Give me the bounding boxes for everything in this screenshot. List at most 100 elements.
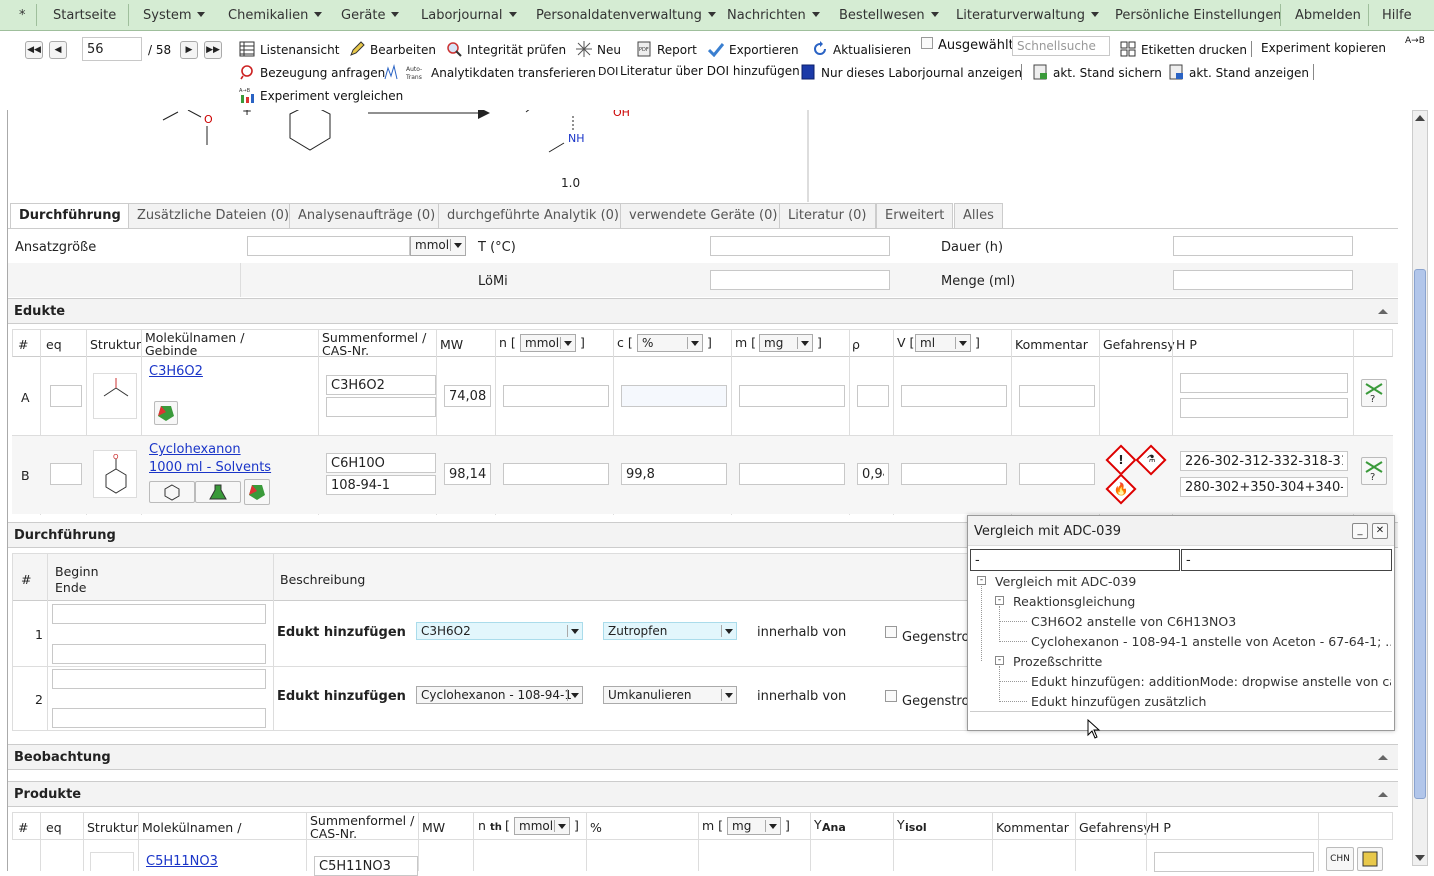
scroll-down-icon[interactable] <box>1415 855 1425 861</box>
edit-button[interactable]: Bearbeiten <box>349 41 436 57</box>
refresh-button[interactable]: Aktualisieren <box>812 41 911 57</box>
structure-button-b[interactable] <box>149 481 195 503</box>
list-view-button[interactable]: Listenansicht <box>239 41 339 57</box>
menu-nachrichten[interactable]: Nachrichten <box>727 8 820 23</box>
tree-leaf[interactable]: Cyclohexanon - 108-94-1 anstelle von Ace… <box>1031 634 1391 649</box>
scroll-thumb[interactable] <box>1414 269 1426 799</box>
menu-persoenliche-einstellungen[interactable]: Persönliche Einstellungen <box>1115 8 1282 23</box>
molecule-link-a[interactable]: C3H6O2 <box>149 364 203 379</box>
prod-n-unit-select[interactable]: mmol <box>514 817 570 835</box>
menu-bestellwesen[interactable]: Bestellwesen <box>839 8 939 23</box>
menu-system[interactable]: System <box>143 8 206 23</box>
step2-substance-select[interactable]: Cyclohexanon - 108-94-1 <box>416 686 583 704</box>
tab-durchgefuehrte-analytik[interactable]: durchgeführte Analytik (0) <box>438 203 629 228</box>
last-page-button[interactable]: ▶▶ <box>204 41 222 59</box>
step1-substance-select[interactable]: C3H6O2 <box>416 622 583 640</box>
v-unit-select[interactable]: ml <box>915 334 971 352</box>
export-button[interactable]: Exportieren <box>708 41 799 57</box>
transfer-analytics-button[interactable]: Auto- Trans Analytikdaten transferieren <box>384 64 596 80</box>
menu-hilfe[interactable]: Hilfe <box>1382 8 1412 23</box>
scroll-up-icon[interactable] <box>1415 115 1425 121</box>
c-input-a[interactable] <box>621 385 727 407</box>
container-link-b[interactable]: 1000 ml - Solvents <box>149 460 271 475</box>
only-this-journal-button[interactable]: Nur dieses Laborjournal anzeigen <box>800 64 1022 80</box>
step2-mode-select[interactable]: Umkanulieren <box>603 686 737 704</box>
prev-page-button[interactable]: ◀ <box>49 41 67 59</box>
tree-leaf[interactable]: Edukt hinzufügen zusätzlich <box>1031 694 1391 709</box>
tree-leaf[interactable]: Edukt hinzufügen: additionMode: dropwise… <box>1031 674 1391 689</box>
tab-literatur[interactable]: Literatur (0) <box>779 203 876 228</box>
request-reference-button[interactable]: Bezeugung anfragen <box>239 64 385 80</box>
menu-chemikalien[interactable]: Chemikalien <box>228 8 323 23</box>
step1-end-input[interactable] <box>52 644 266 664</box>
step2-counterflow-checkbox[interactable] <box>885 690 897 702</box>
mw-input-a[interactable] <box>444 385 491 407</box>
duration-input[interactable] <box>1173 236 1353 256</box>
collapse-icon[interactable] <box>1378 792 1388 797</box>
produkte-header[interactable]: Produkte <box>8 781 1398 807</box>
tree-collapse-icon[interactable]: - <box>995 656 1004 665</box>
tab-durchfuehrung[interactable]: Durchführung <box>10 203 130 228</box>
next-page-button[interactable]: ▶ <box>180 41 198 59</box>
flask-button-b[interactable] <box>195 481 241 503</box>
edukte-header[interactable]: Edukte <box>8 298 1398 324</box>
step2-end-input[interactable] <box>52 708 266 728</box>
print-labels-button[interactable]: Etiketten drucken <box>1120 41 1247 57</box>
product-action-button[interactable] <box>1357 847 1383 871</box>
product-h-input[interactable] <box>1154 852 1314 872</box>
compare-dialog-titlebar[interactable]: Vergleich mit ADC-039 <box>968 516 1394 546</box>
cas-input-b[interactable] <box>326 475 436 495</box>
compare-left-field[interactable] <box>970 549 1180 571</box>
comment-input-b[interactable] <box>1019 463 1095 485</box>
add-literature-doi-button[interactable]: Literatur über DOI hinzufügen <box>620 64 800 78</box>
compare-right-field[interactable] <box>1181 549 1392 571</box>
batch-unit-select[interactable]: mmol <box>410 236 466 256</box>
step2-begin-input[interactable] <box>52 669 266 689</box>
structure-thumb-b[interactable]: O <box>93 450 137 498</box>
rho-input-b[interactable] <box>857 463 889 485</box>
substance-button-b[interactable] <box>244 479 270 505</box>
menu-geraete[interactable]: Geräte <box>341 8 400 23</box>
molecule-link-b[interactable]: Cyclohexanon <box>149 442 241 457</box>
hazard-lookup-button-a[interactable]: ? <box>1361 379 1387 407</box>
prod-m-unit-select[interactable]: mg <box>727 817 781 835</box>
tab-verwendete-geraete[interactable]: verwendete Geräte (0) <box>620 203 787 228</box>
comment-input-a[interactable] <box>1019 385 1095 407</box>
c-unit-select[interactable]: % <box>637 334 703 352</box>
menu-startseite[interactable]: Startseite <box>53 8 116 23</box>
mw-input-b[interactable] <box>444 463 491 485</box>
beobachtung-header[interactable]: Beobachtung <box>8 744 1398 770</box>
amount-input[interactable] <box>1173 270 1353 290</box>
c-input-b[interactable] <box>621 463 727 485</box>
chn-button[interactable]: CHN <box>1326 847 1354 871</box>
save-state-button[interactable]: akt. Stand sichern <box>1032 64 1162 80</box>
check-integrity-button[interactable]: Integrität prüfen <box>446 41 566 57</box>
selected-checkbox[interactable] <box>921 37 933 49</box>
m-unit-select[interactable]: mg <box>759 334 813 352</box>
close-button[interactable]: ✕ <box>1372 523 1388 539</box>
tree-collapse-icon[interactable]: - <box>995 596 1004 605</box>
h-input-b[interactable] <box>1180 451 1348 471</box>
step1-counterflow-checkbox[interactable] <box>885 626 897 638</box>
p-input-b[interactable] <box>1180 477 1348 497</box>
formula-input-b[interactable] <box>326 453 436 473</box>
page-number-input[interactable] <box>82 37 142 61</box>
solvent-input[interactable] <box>710 270 890 290</box>
menu-literaturverwaltung[interactable]: Literaturverwaltung <box>956 8 1100 23</box>
tree-node-reaction[interactable]: Reaktionsgleichung <box>1013 594 1135 609</box>
v-input-b[interactable] <box>901 463 1007 485</box>
n-unit-select[interactable]: mmol <box>520 334 576 352</box>
menu-laborjournal[interactable]: Laborjournal <box>421 8 517 23</box>
v-input-a[interactable] <box>901 385 1007 407</box>
product-structure-thumb[interactable] <box>90 852 134 871</box>
tree-collapse-icon[interactable]: - <box>977 576 986 585</box>
new-button[interactable]: Neu <box>576 41 621 57</box>
step1-mode-select[interactable]: Zutropfen <box>603 622 737 640</box>
h-input-a[interactable] <box>1180 373 1348 393</box>
compare-experiment-button[interactable]: A→B Experiment vergleichen <box>239 87 403 103</box>
collapse-icon[interactable] <box>1378 309 1388 314</box>
step1-begin-input[interactable] <box>52 604 266 624</box>
tree-node-steps[interactable]: Prozeßschritte <box>1013 654 1102 669</box>
report-button[interactable]: PDF Report <box>636 41 697 57</box>
m-input-b[interactable] <box>739 463 845 485</box>
